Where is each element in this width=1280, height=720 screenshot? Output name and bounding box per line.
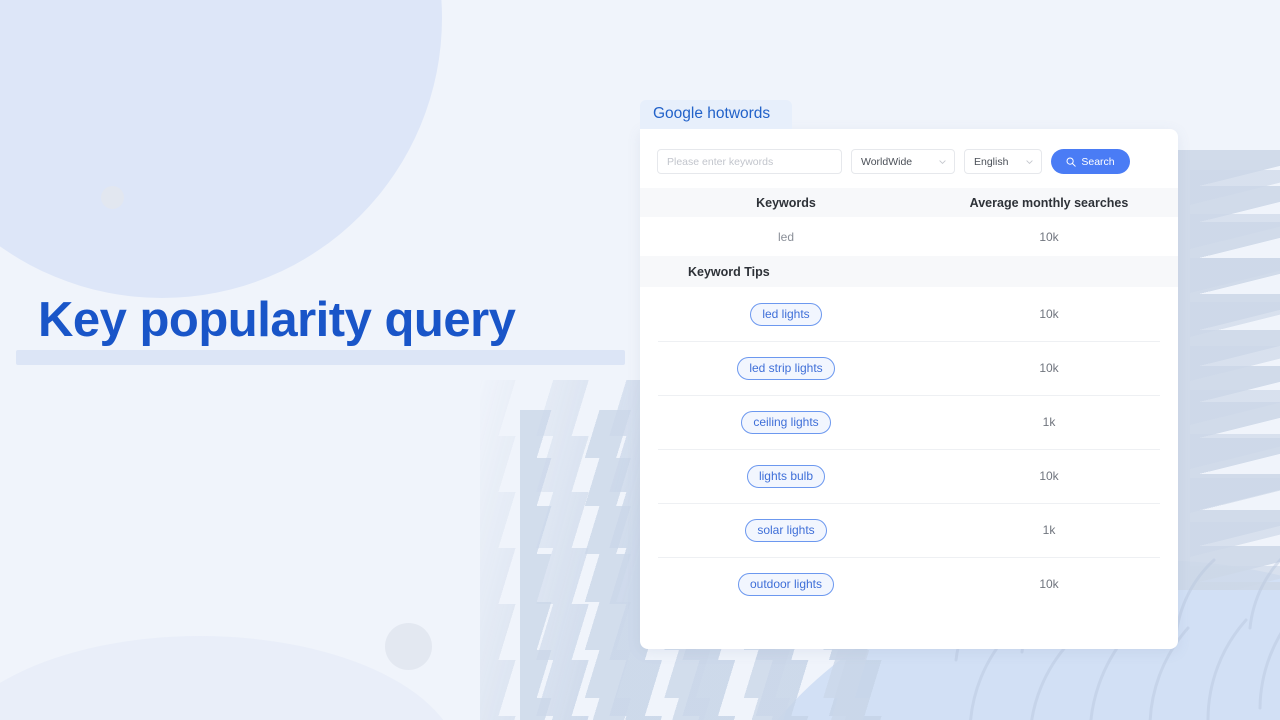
decorative-blob-top-left [0,0,442,298]
headline-block: Key popularity query [0,293,640,365]
cell-keyword: solar lights [640,518,932,542]
decorative-dot-small [101,186,124,209]
region-select-value: WorldWide [861,155,913,168]
section-header-keyword-tips: Keyword Tips [640,256,1178,287]
search-icon [1066,157,1077,167]
cell-volume: 1k [1042,523,1056,537]
cell-keyword: ceiling lights [640,410,932,434]
cell-volume: 10k [1039,577,1059,591]
search-button-label: Search [1081,155,1115,168]
search-input[interactable] [657,149,842,174]
headline-underline-bar [16,350,625,365]
column-header-volume: Average monthly searches [969,195,1129,210]
cell-volume: 1k [1042,415,1056,429]
search-toolbar: WorldWide English [640,129,1178,188]
cell-volume: 10k [1039,361,1059,375]
content-card: WorldWide English [640,129,1178,649]
decorative-dot-large [385,623,432,670]
region-select[interactable]: WorldWide [851,149,955,174]
keyword-chip[interactable]: ceiling lights [741,410,831,434]
search-button[interactable]: Search [1051,149,1130,174]
cell-keyword: led lights [640,302,932,326]
table-row[interactable]: outdoor lights 10k [640,557,1178,611]
keyword-tips-list: led lights 10k led strip lights 10k ceil… [640,287,1178,611]
table-row[interactable]: led strip lights 10k [640,341,1178,395]
tab-google-hotwords[interactable]: Google hotwords [640,100,793,129]
cell-keyword: led [777,229,794,244]
table-row[interactable]: solar lights 1k [640,503,1178,557]
language-select[interactable]: English [964,149,1042,174]
table-row[interactable]: led lights 10k [640,287,1178,341]
keyword-chip[interactable]: led lights [750,302,822,326]
cell-volume: 10k [1039,307,1059,321]
cell-keyword: led strip lights [640,356,932,380]
chevron-down-icon [1026,159,1033,164]
table-row[interactable]: lights bulb 10k [640,449,1178,503]
decorative-right-dashes-2 [1190,170,1280,590]
app-window: Google hotwords WorldWide English [640,100,1178,649]
tab-strip: Google hotwords [640,100,1178,129]
keyword-chip[interactable]: solar lights [745,518,827,542]
cell-keyword: lights bulb [640,464,932,488]
table-header-row: Keywords Average monthly searches [640,188,1178,217]
table-row[interactable]: ceiling lights 1k [640,395,1178,449]
keyword-chip[interactable]: outdoor lights [737,572,835,596]
cell-keyword: outdoor lights [640,572,932,596]
chevron-down-icon [939,159,946,164]
page-title: Key popularity query [38,293,516,347]
cell-volume: 10k [1039,229,1059,244]
cell-volume: 10k [1039,469,1059,483]
column-header-keywords: Keywords [756,195,816,210]
language-select-value: English [974,155,1009,168]
keyword-chip[interactable]: led strip lights [737,356,835,380]
keyword-chip[interactable]: lights bulb [746,464,826,488]
table-row[interactable]: led 10k [640,217,1178,256]
